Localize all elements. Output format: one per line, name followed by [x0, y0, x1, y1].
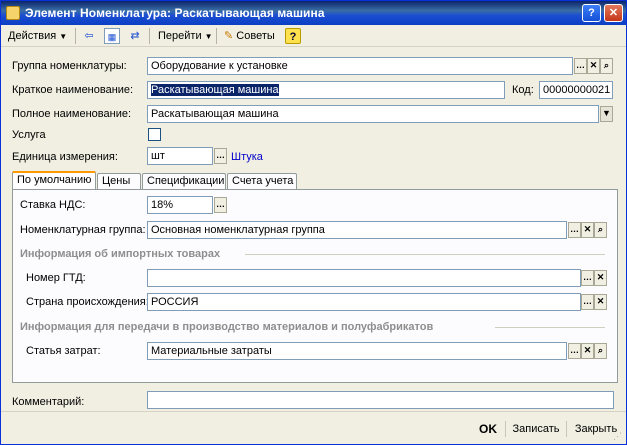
- code-field[interactable]: 00000000021: [539, 81, 613, 99]
- save-button[interactable]: Записать: [509, 420, 563, 438]
- dropdown-arrow-icon: ▼: [204, 32, 213, 41]
- full-name-label: Полное наименование:: [12, 108, 132, 120]
- tab-panel-defaults: Ставка НДС: 18% … Номенклатурная группа:…: [12, 189, 618, 383]
- dropdown-arrow-icon[interactable]: ▼: [600, 106, 613, 122]
- group-field[interactable]: Оборудование к установке: [147, 57, 573, 75]
- open-icon[interactable]: ⌕: [594, 222, 607, 238]
- form-structure-icon[interactable]: ▦: [104, 28, 120, 44]
- gtd-label: Номер ГТД:: [26, 272, 86, 284]
- window-title: Элемент Номенклатура: Раскатывающая маши…: [25, 6, 325, 20]
- ok-button[interactable]: OK: [474, 420, 502, 438]
- toolbar-separator: [216, 28, 217, 44]
- clear-icon[interactable]: ✕: [587, 58, 600, 74]
- select-button[interactable]: …: [214, 148, 227, 164]
- toolbar: Действия ▼ ⇦ ▦ ⇄ Перейти ▼ ✎ Советы ?: [1, 25, 626, 47]
- tab-prices[interactable]: Цены: [97, 173, 141, 190]
- tips-button[interactable]: ✎ Советы: [221, 27, 278, 45]
- clear-icon[interactable]: ✕: [581, 222, 594, 238]
- unit-link[interactable]: Штука: [231, 149, 263, 165]
- form-icon: [6, 6, 20, 20]
- footer-separator: [566, 421, 567, 437]
- section-divider: [495, 327, 605, 328]
- close-window-button[interactable]: ✕: [604, 4, 623, 22]
- select-button[interactable]: …: [214, 197, 227, 213]
- goto-menu-button[interactable]: Перейти ▼: [155, 27, 216, 45]
- unit-field[interactable]: шт: [147, 147, 213, 165]
- unit-label: Единица измерения:: [12, 151, 118, 163]
- help-title-button[interactable]: ?: [582, 4, 601, 22]
- production-section-title: Информация для передачи в производство м…: [20, 321, 434, 333]
- open-icon[interactable]: ⌕: [594, 343, 607, 359]
- open-icon[interactable]: ⌕: [600, 58, 613, 74]
- service-checkbox[interactable]: [148, 128, 161, 141]
- dialog-window: Элемент Номенклатура: Раскатывающая маши…: [0, 0, 627, 445]
- refresh-icon[interactable]: ⇄: [127, 28, 143, 44]
- clear-icon[interactable]: ✕: [594, 270, 607, 286]
- short-name-label: Краткое наименование:: [12, 84, 134, 96]
- tab-specifications[interactable]: Спецификации: [142, 173, 226, 190]
- select-button[interactable]: …: [581, 294, 594, 310]
- tips-icon: ✎: [224, 30, 234, 42]
- resize-grip-icon[interactable]: ⋰: [613, 431, 623, 441]
- short-name-field[interactable]: Раскатывающая машина: [147, 81, 505, 99]
- select-button[interactable]: …: [568, 343, 581, 359]
- section-divider: [245, 254, 605, 255]
- footer-divider: [1, 411, 626, 412]
- comment-label: Комментарий:: [12, 396, 85, 408]
- clear-icon[interactable]: ✕: [581, 343, 594, 359]
- clear-icon[interactable]: ✕: [594, 294, 607, 310]
- comment-field[interactable]: [147, 391, 614, 409]
- dropdown-arrow-icon: ▼: [59, 32, 68, 41]
- vat-field[interactable]: 18%: [147, 196, 213, 214]
- cost-item-field[interactable]: Материальные затраты: [147, 342, 567, 360]
- tab-accounts[interactable]: Счета учета: [227, 173, 297, 190]
- toolbar-separator: [149, 28, 150, 44]
- full-name-field[interactable]: Раскатывающая машина: [147, 105, 599, 123]
- select-button[interactable]: …: [568, 222, 581, 238]
- nomenclature-group-field[interactable]: Основная номенклатурная группа: [147, 221, 567, 239]
- tab-defaults[interactable]: По умолчанию: [12, 171, 96, 191]
- footer-separator: [505, 421, 506, 437]
- select-button[interactable]: …: [581, 270, 594, 286]
- code-label: Код:: [512, 84, 534, 96]
- group-label: Группа номенклатуры:: [12, 60, 127, 72]
- title-bar[interactable]: Элемент Номенклатура: Раскатывающая маши…: [1, 1, 626, 25]
- country-label: Страна происхождения:: [26, 296, 149, 308]
- toolbar-separator: [75, 28, 76, 44]
- cost-item-label: Статья затрат:: [26, 345, 101, 357]
- help-icon[interactable]: ?: [285, 28, 301, 44]
- nomenclature-group-label: Номенклатурная группа:: [20, 224, 146, 236]
- back-arrow-icon[interactable]: ⇦: [81, 28, 97, 44]
- select-button[interactable]: …: [574, 58, 587, 74]
- import-section-title: Информация об импортных товарах: [20, 248, 221, 260]
- vat-label: Ставка НДС:: [20, 199, 86, 211]
- gtd-field[interactable]: [147, 269, 581, 287]
- service-label: Услуга: [12, 129, 46, 141]
- actions-menu-button[interactable]: Действия ▼: [5, 27, 70, 45]
- country-field[interactable]: РОССИЯ: [147, 293, 581, 311]
